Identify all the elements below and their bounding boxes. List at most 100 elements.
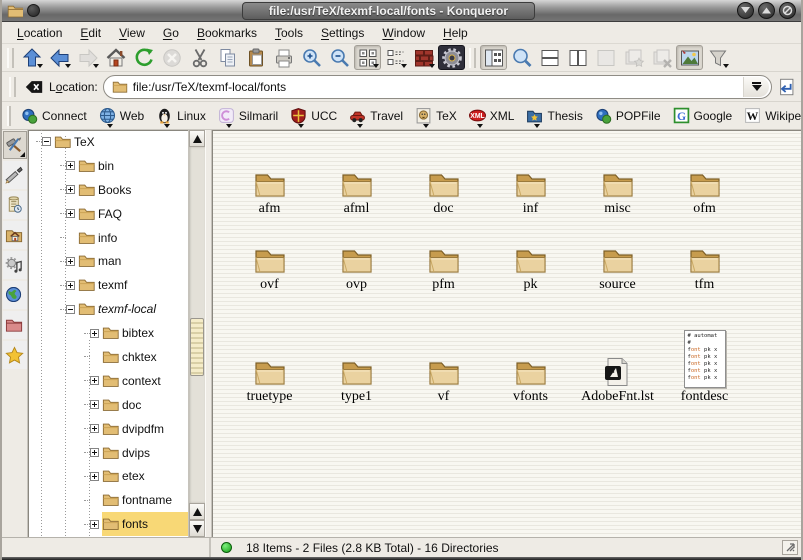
expand-icon[interactable] — [66, 161, 75, 170]
expand-icon[interactable] — [66, 209, 75, 218]
bookmark-linux[interactable]: Linux — [151, 104, 211, 128]
expand-icon[interactable] — [66, 257, 75, 266]
filter-button[interactable] — [704, 45, 731, 70]
file-item-tfm[interactable]: tfm — [661, 216, 748, 292]
scroll-thumb[interactable] — [190, 318, 204, 376]
sb-home-button[interactable] — [3, 221, 27, 249]
bookmark-silmaril[interactable]: Silmaril — [213, 104, 283, 128]
tree-item-hit[interactable]: bibtex — [102, 321, 188, 345]
bookmark-web[interactable]: Web — [94, 104, 149, 128]
file-item-pfm[interactable]: pfm — [400, 216, 487, 292]
bookmark-travel[interactable]: Travel — [344, 104, 408, 128]
paste-button[interactable] — [242, 45, 269, 70]
tree-item-info[interactable]: info — [28, 226, 188, 250]
file-item-misc[interactable]: misc — [574, 140, 661, 216]
expand-icon[interactable] — [90, 400, 99, 409]
collapse-icon[interactable] — [66, 305, 75, 314]
tree-item-bin[interactable]: bin — [28, 154, 188, 178]
file-item-afm[interactable]: afm — [226, 140, 313, 216]
expand-icon[interactable] — [90, 424, 99, 433]
go-button[interactable] — [777, 77, 797, 97]
tree-item-man[interactable]: man — [28, 249, 188, 273]
sb-config-button[interactable] — [3, 131, 27, 159]
reload-button[interactable] — [130, 45, 157, 70]
file-item-truetype[interactable]: truetype — [226, 292, 313, 404]
tree-item-texmf-local[interactable]: texmf-local — [28, 297, 188, 321]
sb-star-button[interactable] — [3, 341, 27, 369]
scroll-up-button[interactable] — [189, 130, 205, 147]
tree-item-hit[interactable]: TeX — [54, 130, 188, 154]
expand-icon[interactable] — [90, 448, 99, 457]
location-dropdown-button[interactable] — [743, 77, 769, 97]
close-tab-button[interactable] — [648, 45, 675, 70]
sticky-button[interactable] — [27, 4, 40, 17]
tree-item-fontname[interactable]: fontname — [28, 488, 188, 512]
file-item-source[interactable]: source — [574, 216, 661, 292]
print-button[interactable] — [270, 45, 297, 70]
image-preview-button[interactable] — [676, 45, 703, 70]
menu-help[interactable]: Help — [434, 24, 477, 42]
sb-root-button[interactable] — [3, 311, 27, 339]
sidebar-toggle-button[interactable] — [480, 45, 507, 70]
sb-history-button[interactable] — [3, 191, 27, 219]
tree-scrollbar[interactable] — [188, 130, 205, 537]
bookmark-xml[interactable]: XMLXML — [464, 104, 520, 128]
file-item-fontdesc[interactable]: # automat#font pk xfont pk xfont pk xfon… — [661, 292, 748, 404]
resize-grip[interactable] — [782, 540, 798, 555]
file-item-pk[interactable]: pk — [487, 216, 574, 292]
menu-window[interactable]: Window — [373, 24, 434, 42]
toolbar-handle[interactable] — [9, 77, 16, 97]
tree-item-hit[interactable]: FAQ — [78, 202, 188, 226]
file-icon-view[interactable]: afmafmldocinfmiscofmovfovppfmpksourcetfm… — [212, 130, 801, 537]
close-view-button[interactable] — [592, 45, 619, 70]
detail-view-button[interactable] — [382, 45, 409, 70]
tree-item-hit[interactable]: man — [78, 249, 188, 273]
tree-item-hit[interactable]: texmf-local — [78, 297, 188, 321]
tree-item-hit[interactable]: fontname — [102, 488, 188, 512]
tree-item-dvipdfm[interactable]: dvipdfm — [28, 417, 188, 441]
bookmark-popfile[interactable]: POPFile — [590, 104, 666, 128]
tree-item-context[interactable]: context — [28, 369, 188, 393]
bookmark-tex[interactable]: TeX — [410, 104, 462, 128]
menu-settings[interactable]: Settings — [312, 24, 373, 42]
tree-item-hit[interactable]: dvips — [102, 441, 188, 465]
bookmark-wikipedia[interactable]: WWikipedia — [739, 104, 803, 128]
toolbar-handle[interactable] — [469, 48, 476, 68]
minimize-button[interactable] — [737, 2, 754, 19]
bricks-view-button[interactable] — [410, 45, 437, 70]
file-item-inf[interactable]: inf — [487, 140, 574, 216]
tree-item-hit[interactable]: info — [78, 226, 188, 250]
expand-icon[interactable] — [90, 376, 99, 385]
tree-item-hit[interactable]: bin — [78, 154, 188, 178]
file-item-doc[interactable]: doc — [400, 140, 487, 216]
scroll-down-button[interactable] — [189, 520, 205, 537]
tree-item-hit[interactable]: doc — [102, 393, 188, 417]
expand-icon[interactable] — [90, 472, 99, 481]
konq-gear-button[interactable] — [438, 45, 465, 70]
sb-pen-button[interactable] — [3, 161, 27, 189]
home-button[interactable] — [102, 45, 129, 70]
tree-item-doc[interactable]: doc — [28, 393, 188, 417]
split-v-button[interactable] — [564, 45, 591, 70]
maximize-button[interactable] — [758, 2, 775, 19]
panel-splitter[interactable] — [205, 130, 212, 537]
copy-button[interactable] — [214, 45, 241, 70]
zoom-in-button[interactable] — [298, 45, 325, 70]
forward-button[interactable] — [74, 45, 101, 70]
expand-icon[interactable] — [90, 329, 99, 338]
split-h-button[interactable] — [536, 45, 563, 70]
sb-network-button[interactable] — [3, 281, 27, 309]
menu-bookmarks[interactable]: Bookmarks — [188, 24, 266, 42]
bookmark-google[interactable]: GGoogle — [668, 104, 738, 128]
tree-item-hit[interactable]: texmf — [78, 273, 188, 297]
file-item-afml[interactable]: afml — [313, 140, 400, 216]
expand-icon[interactable] — [66, 281, 75, 290]
file-item-ovf[interactable]: ovf — [226, 216, 313, 292]
expand-icon[interactable] — [90, 520, 99, 529]
tree-item-TeX[interactable]: TeX — [28, 130, 188, 154]
stop-button[interactable] — [158, 45, 185, 70]
scroll-track[interactable] — [189, 147, 205, 503]
scroll-up-button-2[interactable] — [189, 503, 205, 520]
menu-view[interactable]: View — [110, 24, 154, 42]
file-item-AdobeFnt.lst[interactable]: AdobeFnt.lst — [574, 292, 661, 404]
